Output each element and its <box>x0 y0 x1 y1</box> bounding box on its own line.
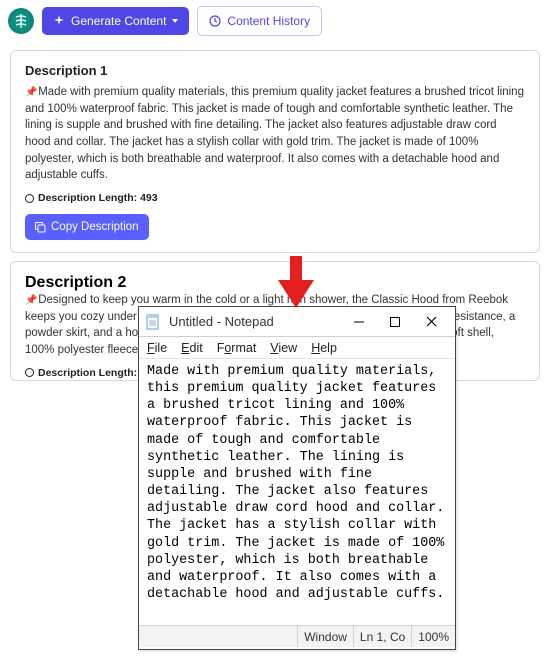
menu-edit[interactable]: Edit <box>181 341 203 355</box>
chevron-down-icon <box>172 19 178 23</box>
generate-content-button[interactable]: Generate Content <box>42 7 189 35</box>
menu-file[interactable]: File <box>147 341 167 355</box>
pin-icon: 📌 <box>25 294 35 304</box>
generate-label: Generate Content <box>71 14 166 28</box>
content-history-button[interactable]: Content History <box>197 6 322 36</box>
clock-icon <box>209 15 221 27</box>
menu-bar: File Edit Format View Help <box>139 337 455 359</box>
status-encoding: Window <box>297 626 353 647</box>
description-card-1: Description 1 📌 Made with premium qualit… <box>10 50 540 253</box>
history-label: Content History <box>227 14 310 28</box>
notepad-icon <box>145 314 161 330</box>
description-text: 📌 Made with premium quality materials, t… <box>25 84 525 184</box>
status-cursor: Ln 1, Co <box>353 626 411 647</box>
topbar: Generate Content Content History <box>0 0 550 42</box>
app-logo <box>8 8 34 34</box>
maximize-button[interactable] <box>377 308 413 336</box>
copy-description-button[interactable]: Copy Description <box>25 214 149 240</box>
pin-icon: 📌 <box>25 86 35 96</box>
length-label: Description Length: 493 <box>38 192 158 204</box>
menu-view[interactable]: View <box>270 341 297 355</box>
status-bar: Window Ln 1, Co 100% <box>139 625 455 647</box>
notepad-window: Untitled - Notepad File Edit Format View… <box>138 306 456 650</box>
minimize-button[interactable] <box>341 308 377 336</box>
copy-label: Copy Description <box>51 221 139 233</box>
copy-icon <box>35 222 46 233</box>
menu-help[interactable]: Help <box>311 341 337 355</box>
bullet-icon <box>25 368 34 377</box>
notepad-text-area[interactable]: Made with premium quality materials, thi… <box>139 359 455 625</box>
card-title: Description 1 <box>25 63 525 78</box>
bullet-icon <box>25 194 34 203</box>
length-row: Description Length: 493 <box>25 192 525 204</box>
status-zoom: 100% <box>411 626 455 647</box>
sparkle-icon <box>53 15 65 27</box>
card-title: Description 2 <box>25 274 525 292</box>
close-button[interactable] <box>413 308 449 336</box>
menu-format[interactable]: Format <box>217 341 257 355</box>
red-arrow-annotation <box>278 256 314 313</box>
window-buttons <box>341 308 449 336</box>
window-title: Untitled - Notepad <box>169 314 274 329</box>
